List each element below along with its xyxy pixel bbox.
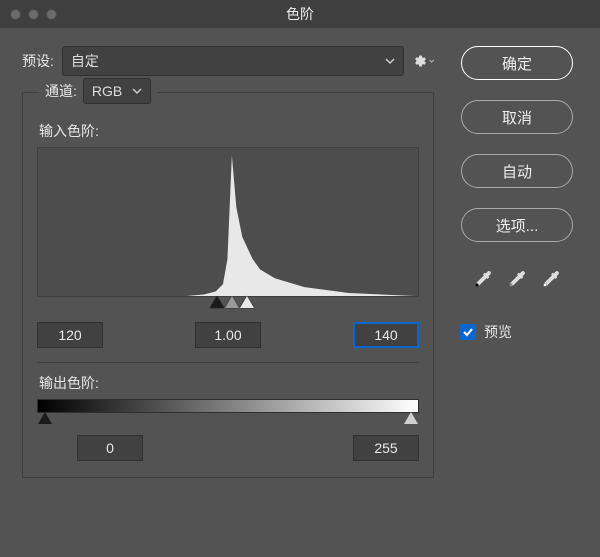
output-low-input[interactable] (77, 435, 143, 461)
preset-select[interactable]: 自定 (62, 46, 404, 76)
titlebar: 色阶 (0, 0, 600, 28)
levels-panel: 通道: RGB 输入色阶: (22, 92, 434, 478)
window-title: 色阶 (286, 4, 314, 24)
output-high-input[interactable] (353, 435, 419, 461)
black-point-eyedropper[interactable] (472, 268, 494, 290)
chevron-down-icon (132, 86, 142, 96)
midtone-input[interactable] (195, 322, 261, 348)
chevron-down-icon (385, 56, 395, 66)
midtone-slider[interactable] (225, 296, 239, 308)
chevron-down-icon (429, 58, 434, 64)
output-low-slider[interactable] (38, 412, 52, 424)
input-slider-track[interactable] (37, 296, 419, 310)
highlight-slider[interactable] (240, 296, 254, 308)
preset-menu-button[interactable] (412, 53, 434, 69)
shadow-input[interactable] (37, 322, 103, 348)
channel-select[interactable]: RGB (83, 78, 151, 104)
preset-label: 预设: (22, 51, 54, 71)
auto-button[interactable]: 自动 (461, 154, 573, 188)
highlight-input[interactable] (353, 322, 419, 348)
eyedropper-group (472, 268, 562, 290)
preview-checkbox[interactable] (460, 324, 476, 340)
eyedropper-icon (506, 267, 528, 291)
preview-label: 预览 (484, 322, 512, 342)
preset-value: 自定 (71, 51, 99, 71)
output-slider-track[interactable] (37, 413, 419, 427)
input-levels-label: 输入色阶: (39, 121, 419, 141)
gray-point-eyedropper[interactable] (506, 268, 528, 290)
zoom-window-icon[interactable] (46, 9, 57, 20)
check-icon (462, 326, 474, 338)
eyedropper-icon (540, 267, 562, 291)
white-point-eyedropper[interactable] (540, 268, 562, 290)
cancel-button[interactable]: 取消 (461, 100, 573, 134)
eyedropper-icon (472, 267, 494, 291)
channel-value: RGB (92, 83, 122, 99)
histogram (37, 147, 419, 297)
window-controls (10, 9, 57, 20)
output-gradient (37, 399, 419, 413)
divider (37, 362, 419, 363)
minimize-window-icon[interactable] (28, 9, 39, 20)
close-window-icon[interactable] (10, 9, 21, 20)
ok-button[interactable]: 确定 (461, 46, 573, 80)
options-button[interactable]: 选项... (461, 208, 573, 242)
histogram-shape (38, 148, 415, 296)
gear-icon (412, 53, 427, 69)
channel-label: 通道: (45, 81, 77, 101)
shadow-slider[interactable] (210, 296, 224, 308)
output-high-slider[interactable] (404, 412, 418, 424)
output-levels-label: 输出色阶: (39, 373, 419, 393)
